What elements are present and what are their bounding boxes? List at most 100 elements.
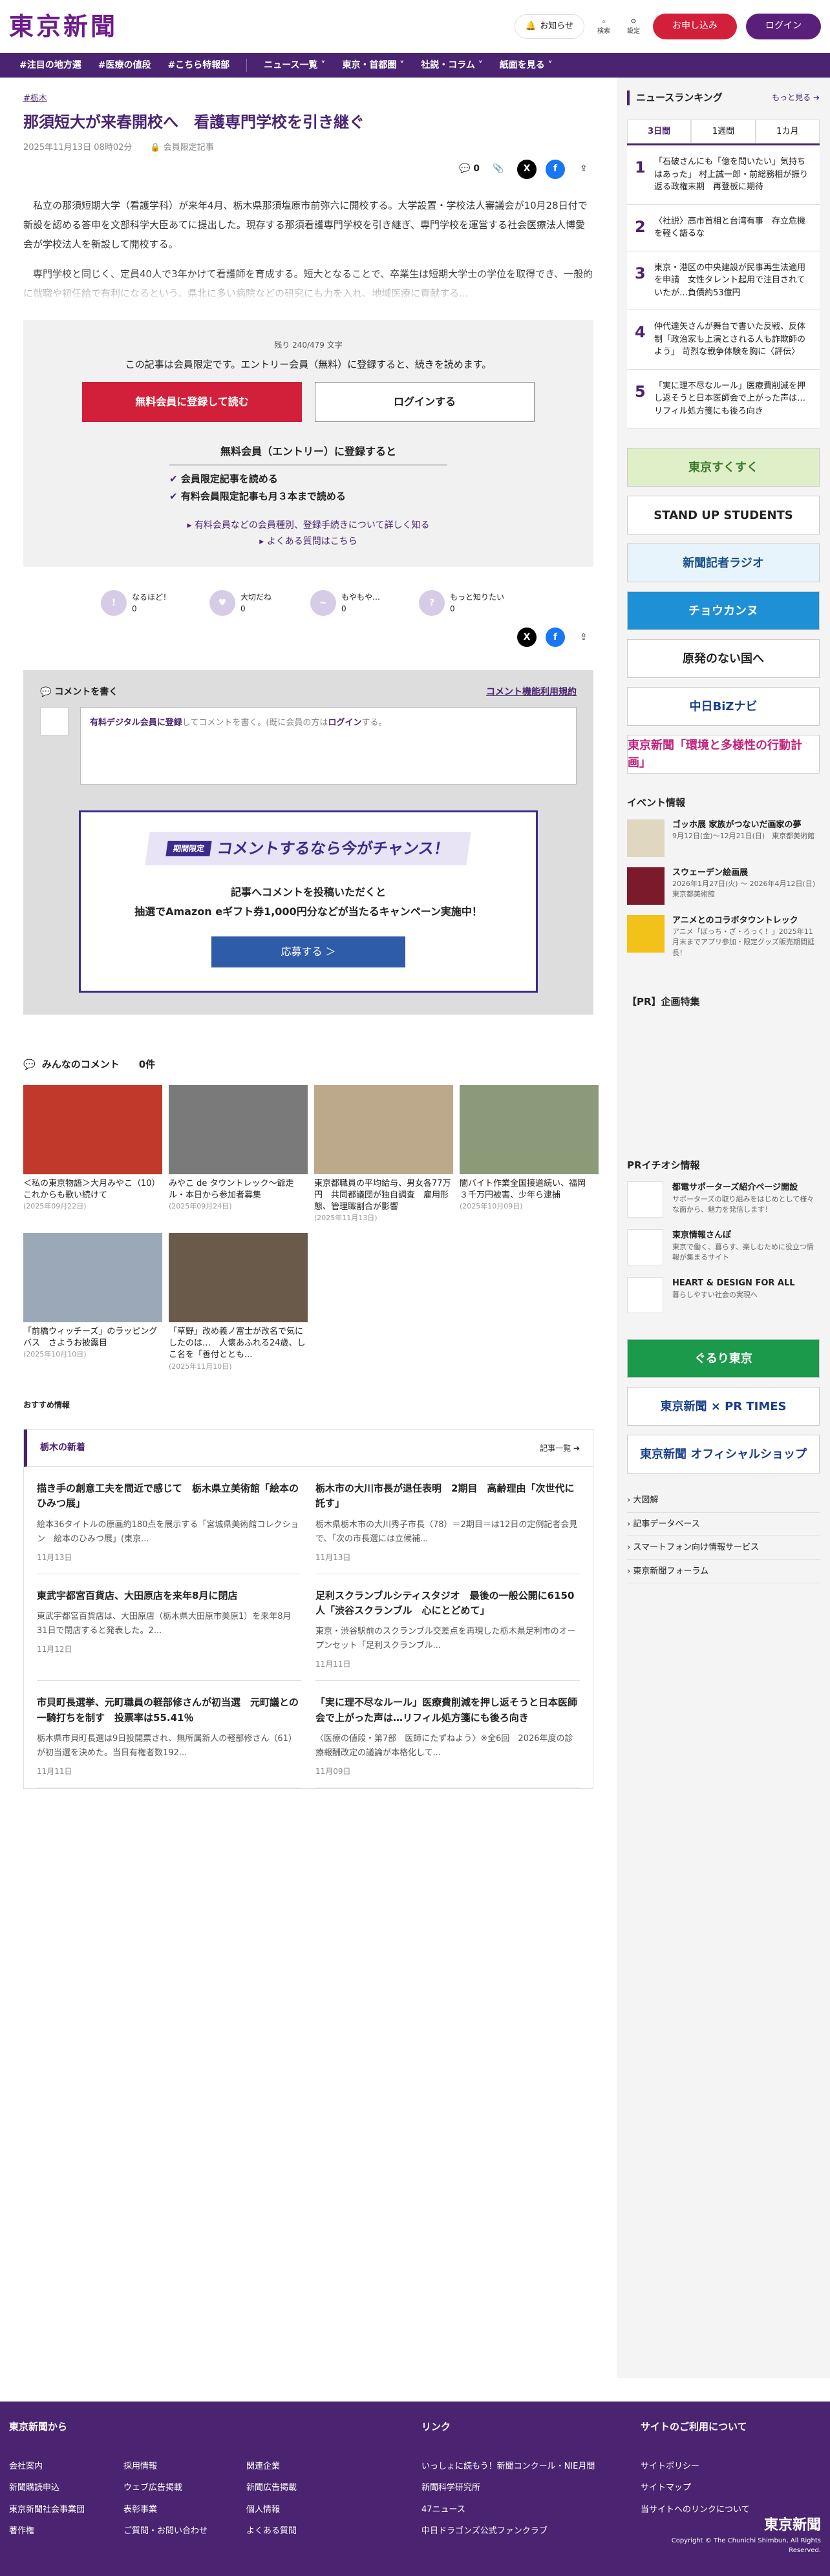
promo-banner[interactable]: 新聞記者ラジオ — [627, 544, 820, 582]
facebook-share-icon[interactable]: f — [546, 159, 565, 179]
news-title[interactable]: 描き手の創意工夫を間近で感じて 栃木県立美術館「絵本のひみつ展」 — [37, 1481, 301, 1512]
related-card[interactable]: みやこ de タウントレック～爺走ル・本日から参加者募集 (2025年09月24日… — [169, 1084, 308, 1224]
footer-link[interactable]: ご質問・お問い合わせ — [123, 2525, 208, 2538]
pr-item[interactable]: 東京情報さんぽ 東京で働く、暮らす、楽しむために役立つ情報が集まるサイト — [627, 1229, 820, 1266]
member-types-link[interactable]: ▸ 有料会員などの会員種別、登録手続きについて詳しく知る — [81, 519, 535, 533]
comment-input[interactable]: 有料デジタル会員に登録してコメントを書く。(既に会員の方はログインする。 — [80, 707, 577, 785]
nav-item-news[interactable]: ニュース一覧 ˅ — [264, 59, 325, 72]
news-item[interactable]: 「実に理不尽なルール」医療費削減を押し返そうと日本医師会で上がった声は…リフィル… — [315, 1681, 580, 1789]
footer-link[interactable]: 47ニュース — [421, 2504, 615, 2517]
footer-link[interactable]: 新聞広告掲載 — [246, 2482, 297, 2495]
sidebar-link[interactable]: › 大図解 — [627, 1489, 820, 1513]
promo-banner[interactable]: 中日BiZナビ — [627, 687, 820, 726]
event-thumbnail[interactable] — [627, 914, 665, 953]
promo-banner[interactable]: 東京新聞 オフィシャルショップ — [627, 1435, 820, 1474]
register-button[interactable]: 無料会員に登録して読む — [82, 382, 302, 423]
promo-banner[interactable]: 原発のない国へ — [627, 639, 820, 678]
nav-item-medical[interactable]: #医療の値段 — [98, 59, 151, 72]
event-thumbnail[interactable] — [627, 819, 665, 857]
reaction-button[interactable]: ♥ 大切だね 0 — [209, 590, 271, 617]
footer-link[interactable]: サイトマップ — [641, 2482, 821, 2495]
event-title[interactable]: ゴッホ展 家族がつないだ画家の夢 — [672, 819, 814, 831]
facebook-share-icon[interactable]: f — [546, 628, 565, 648]
sidebar-link[interactable]: › 東京新聞フォーラム — [627, 1560, 820, 1584]
pr-title[interactable]: 東京情報さんぽ — [672, 1229, 820, 1242]
news-item[interactable]: 栃木市の大川市長が退任表明 2期目 高齢理由「次世代に託す」 栃木県栃木市の大川秀… — [315, 1467, 580, 1574]
card-title[interactable]: 「前橋ウィッチーズ」のラッピングバス さようお披露目 — [23, 1326, 162, 1349]
sidebar-link[interactable]: › 記事データベース — [627, 1513, 820, 1537]
x-share-icon[interactable]: X — [517, 159, 537, 179]
related-card[interactable]: 闇バイト作業全国接道続い、福岡 ３千万円被害、少年ら逮捕 (2025年10月09日… — [460, 1084, 599, 1224]
settings-button[interactable]: ⚙ 設定 — [623, 17, 644, 36]
footer-link[interactable]: 関連企業 — [246, 2460, 297, 2473]
notice-button[interactable]: 🔔 お知らせ — [515, 14, 584, 39]
nav-item-election[interactable]: #注目の地方選 — [19, 59, 81, 72]
footer-link[interactable]: ウェブ広告掲載 — [123, 2482, 208, 2495]
tab-3days[interactable]: 3日間 — [627, 119, 692, 143]
footer-link[interactable]: 東京新聞社会事業団 — [9, 2504, 85, 2517]
footer-link[interactable]: 著作権 — [9, 2525, 85, 2538]
related-card[interactable]: 「前橋ウィッチーズ」のラッピングバス さようお披露目 (2025年10月10日) — [23, 1232, 162, 1372]
register-link[interactable]: 有料デジタル会員に登録 — [90, 718, 182, 728]
share-icon[interactable]: ⇪ — [574, 160, 593, 179]
ranking-item[interactable]: 4 仲代達矢さんが舞台で書いた反戦、反体制「政治家も上演とされる人も詐欺師のよう」… — [627, 310, 820, 370]
ranking-title[interactable]: 「石破さんにも「億を問いたい」気持ちはあった」 村上誠一郎・前総務相が振り返る政… — [654, 156, 813, 194]
x-share-icon[interactable]: X — [517, 628, 537, 648]
pr-thumbnail[interactable] — [627, 1181, 663, 1218]
ranking-item[interactable]: 1 「石破さんにも「億を問いたい」気持ちはあった」 村上誠一郎・前総務相が振り返る… — [627, 145, 820, 205]
ranking-title[interactable]: 「実に理不尽なルール」医療費削減を押し返そうと日本医師会で上がった声は…リフィル… — [654, 380, 813, 418]
comment-count-button[interactable]: 💬 0 — [459, 162, 480, 176]
card-title[interactable]: 闇バイト作業全国接道続い、福岡 ３千万円被害、少年ら逮捕 — [460, 1178, 599, 1201]
footer-logo[interactable]: 東京新聞 — [641, 2515, 821, 2536]
news-item[interactable]: 市貝町長選挙、元町職員の軽部修さんが初当選 元町議との一騎打ちを制す 投票率は5… — [37, 1681, 301, 1789]
clip-icon[interactable]: 📎 — [489, 160, 508, 179]
news-title[interactable]: 栃木市の大川市長が退任表明 2期目 高齢理由「次世代に託す」 — [315, 1481, 580, 1512]
promo-banner[interactable]: ぐるり東京 — [627, 1339, 820, 1378]
site-logo[interactable]: 東京新聞 — [9, 8, 118, 45]
reaction-button[interactable]: ~ もやもや… 0 — [310, 590, 380, 617]
ranking-item[interactable]: 2 〈社説〉高市首相と台湾有事 存立危機を軽く語るな — [627, 204, 820, 251]
ranking-title[interactable]: 仲代達矢さんが舞台で書いた反戦、反体制「政治家も上演とされる人も詐欺師のよう」 … — [654, 321, 813, 359]
footer-link[interactable]: 表彰事業 — [123, 2504, 208, 2517]
news-title[interactable]: 市貝町長選挙、元町職員の軽部修さんが初当選 元町議との一騎打ちを制す 投票率は5… — [37, 1695, 301, 1726]
footer-link[interactable]: 会社案内 — [9, 2460, 85, 2473]
event-item[interactable]: スウェーデン絵画展 2026年1月27日(火) ～ 2026年4月12日(日) 東… — [627, 867, 822, 905]
card-thumbnail[interactable] — [460, 1084, 599, 1174]
pr-item[interactable]: HEART & DESIGN FOR ALL 暮らしやすい社会の実現へ — [627, 1277, 820, 1314]
nav-item-paper[interactable]: 紙面を見る ˅ — [500, 59, 553, 72]
ranking-title[interactable]: 東京・港区の中央建設が民事再生法適用を申請 女性タレント起用で注目されていたが…… — [654, 262, 813, 300]
card-thumbnail[interactable] — [314, 1084, 453, 1174]
pr-title[interactable]: HEART & DESIGN FOR ALL — [672, 1277, 795, 1290]
sidebar-link[interactable]: › スマートフォン向け情報サービス — [627, 1536, 820, 1560]
paywall-login-button[interactable]: ログインする — [315, 382, 535, 423]
pr-item[interactable]: 都電サポーターズ紹介ページ開設 サポーターズの取り組みをはじめとして様々な面から、… — [627, 1181, 820, 1218]
promo-banner[interactable]: STAND UP STUDENTS — [627, 496, 820, 534]
footer-link[interactable]: 新聞科学研究所 — [421, 2482, 615, 2495]
card-title[interactable]: 東京都職員の平均給与、男女各77万円 共同都議団が独自調査 雇用形態、管理職割合… — [314, 1178, 453, 1214]
footer-link[interactable]: 中日ドラゴンズ公式ファンクラブ — [421, 2525, 615, 2538]
related-card[interactable]: ＜私の東京物語＞大月みやこ（10） これからも歌い続けて (2025年09月22日… — [23, 1084, 164, 1224]
ranking-more-link[interactable]: もっと見る ➔ — [772, 92, 820, 103]
comment-login-link[interactable]: ログイン — [328, 718, 361, 728]
card-title[interactable]: みやこ de タウントレック～爺走ル・本日から参加者募集 — [169, 1178, 308, 1201]
event-item[interactable]: アニメとのコラボタウントレック アニメ「ぼっち・ざ・ろっく！」2025年11月末ま… — [627, 914, 820, 959]
faq-link[interactable]: ▸ よくある質問はこちら — [81, 535, 535, 549]
promo-banner[interactable]: チョウカンヌ — [627, 591, 820, 630]
card-thumbnail[interactable] — [169, 1232, 308, 1322]
comment-rules-link[interactable]: コメント機能利用規約 — [486, 686, 577, 699]
article-tag[interactable]: #栃木 — [23, 94, 47, 103]
event-thumbnail[interactable] — [627, 867, 665, 905]
tab-1week[interactable]: 1週間 — [691, 119, 756, 143]
reaction-button[interactable]: ? もっと知りたい 0 — [419, 590, 504, 617]
footer-link[interactable]: サイトポリシー — [641, 2460, 821, 2473]
share-icon[interactable]: ⇪ — [574, 628, 593, 647]
footer-link[interactable]: 採用情報 — [123, 2460, 208, 2473]
pr-thumbnail[interactable] — [627, 1229, 663, 1266]
news-item[interactable]: 描き手の創意工夫を間近で感じて 栃木県立美術館「絵本のひみつ展」 絵本36タイトル… — [37, 1467, 301, 1574]
card-thumbnail[interactable] — [23, 1232, 162, 1322]
ranking-item[interactable]: 3 東京・港区の中央建設が民事再生法適用を申請 女性タレント起用で注目されていたが… — [627, 251, 820, 310]
card-thumbnail[interactable] — [169, 1084, 308, 1174]
related-card[interactable]: 東京都職員の平均給与、男女各77万円 共同都議団が独自調査 雇用形態、管理職割合… — [314, 1084, 453, 1224]
search-button[interactable]: ⌕ 検索 — [593, 17, 614, 36]
footer-link[interactable]: 新聞購読申込 — [9, 2482, 85, 2495]
